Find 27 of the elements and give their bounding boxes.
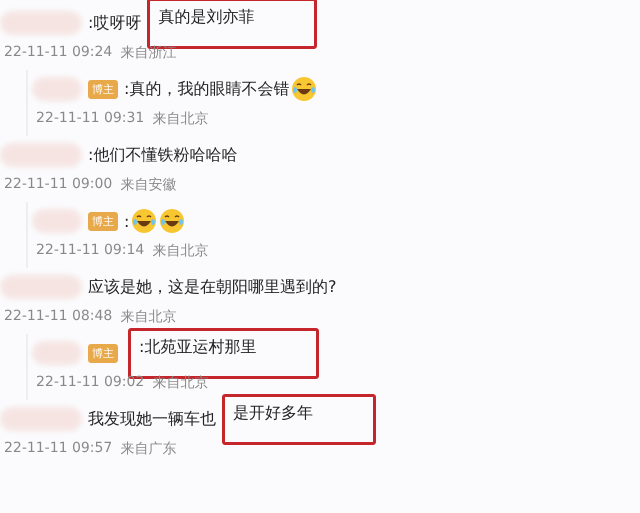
comment-text: : (124, 210, 130, 232)
laughing-emoji-icon (291, 76, 318, 102)
comment-text: :他们不懂铁粉哈哈哈 (88, 144, 238, 166)
author-badge: 博主 (88, 80, 118, 98)
comment-location: 来自安徽 (120, 176, 176, 194)
comment-time: 22-11-11 09:24 (4, 44, 112, 62)
comment-time: 22-11-11 09:00 (4, 176, 112, 194)
comment-location: 来自北京 (152, 110, 208, 128)
comment-location: 来自北京 (120, 308, 176, 326)
laughing-emoji-icon (159, 208, 186, 234)
author-badge: 博主 (88, 212, 118, 230)
laughing-emoji-icon (131, 208, 158, 234)
comment-text: :哎呀呀 (88, 12, 142, 34)
comment-time: 22-11-11 09:31 (36, 110, 144, 128)
comment-text: 我发现她一辆车也 (88, 408, 216, 430)
comment-text: 应该是她，这是在朝阳哪里遇到的? (88, 276, 336, 298)
author-badge: 博主 (88, 344, 118, 362)
comment-time: 22-11-11 09:57 (4, 440, 112, 458)
blurred-username (32, 341, 82, 365)
highlighted-comment-text: 是开好多年 (222, 394, 376, 444)
blurred-username (32, 77, 82, 101)
blurred-username (32, 209, 82, 233)
comment-location: 来自北京 (152, 242, 208, 260)
comment-location: 来自广东 (120, 440, 176, 458)
comment-time: 22-11-11 09:14 (36, 242, 144, 260)
comment-text: :真的，我的眼睛不会错 (124, 78, 290, 100)
comment-time: 22-11-11 08:48 (4, 308, 112, 326)
